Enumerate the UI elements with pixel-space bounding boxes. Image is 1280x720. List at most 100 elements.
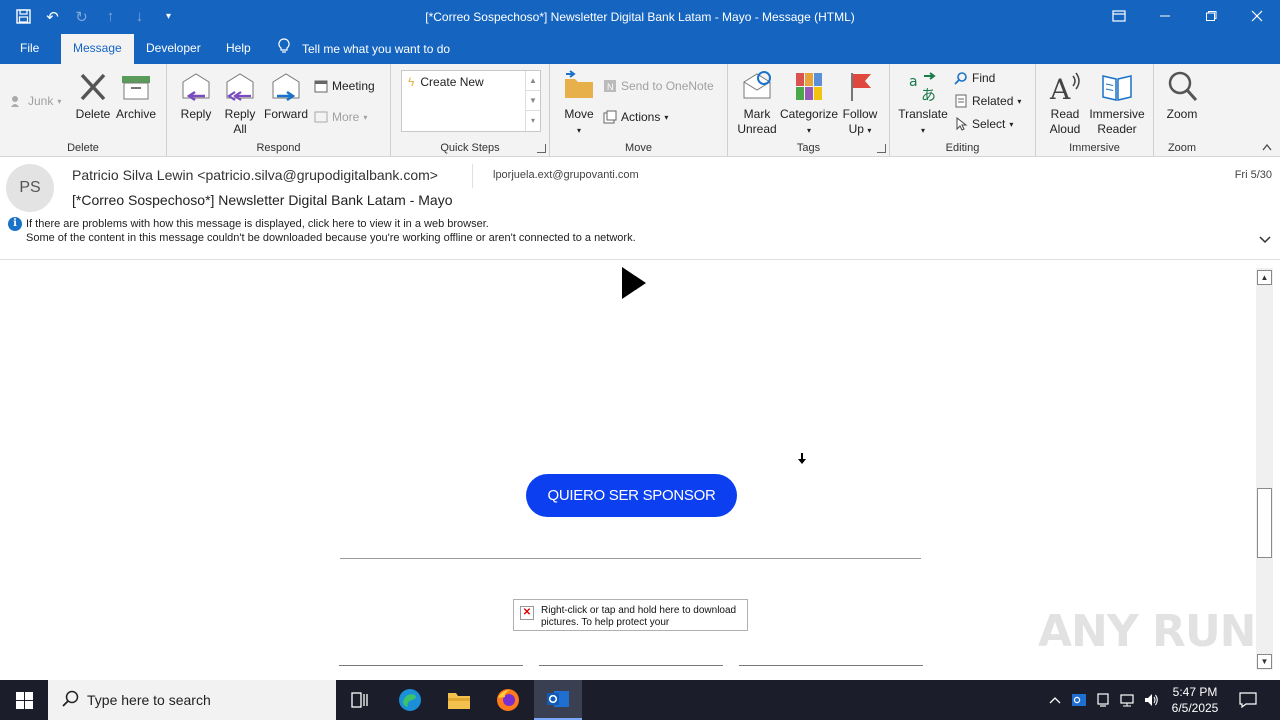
broken-image-icon: ✕ xyxy=(520,606,534,620)
select-cursor-icon xyxy=(954,116,968,131)
avatar[interactable]: PS xyxy=(6,164,54,212)
maximize-icon[interactable] xyxy=(1188,0,1234,32)
title-bar: ↶ ↻ ↑ ↓ ▾ [*Correo Sospechoso*] Newslett… xyxy=(0,0,1280,34)
reply-all-button[interactable]: Reply All xyxy=(221,70,259,137)
ribbon-display-options-icon[interactable] xyxy=(1096,0,1142,32)
tab-help[interactable]: Help xyxy=(214,34,263,64)
device-icon[interactable] xyxy=(1092,680,1114,720)
quick-steps-group-label: Quick Steps xyxy=(440,142,500,154)
onenote-icon: N xyxy=(603,79,617,93)
start-button[interactable] xyxy=(0,680,48,720)
categorize-button[interactable]: Categorize ▾ xyxy=(780,70,838,138)
scroll-thumb[interactable] xyxy=(1257,488,1272,558)
lightbulb-icon xyxy=(278,34,292,63)
translate-button[interactable]: aあ Translate ▾ xyxy=(896,70,950,138)
volume-icon[interactable] xyxy=(1140,680,1162,720)
related-button[interactable]: Related ▾ xyxy=(954,94,1021,108)
delete-button[interactable]: Delete xyxy=(74,70,112,122)
select-button[interactable]: Select ▾ xyxy=(954,116,1013,131)
sender[interactable]: Patricio Silva Lewin <patricio.silva@gru… xyxy=(72,167,438,183)
column-divider xyxy=(739,665,923,667)
move-button[interactable]: Move ▾ xyxy=(560,70,598,138)
mark-unread-button[interactable]: Mark Unread xyxy=(734,70,780,137)
window-title: [*Correo Sospechoso*] Newsletter Digital… xyxy=(425,10,855,24)
meeting-icon xyxy=(314,79,328,93)
more-respond-button[interactable]: More ▾ xyxy=(314,110,367,124)
edge-icon[interactable] xyxy=(386,680,434,720)
outlook-tray-icon[interactable] xyxy=(1068,680,1090,720)
notifications-icon[interactable] xyxy=(1234,680,1262,720)
quick-step-create-new[interactable]: ϟ Create New xyxy=(408,75,484,89)
follow-up-button[interactable]: Follow Up ▾ xyxy=(840,70,880,138)
forward-button[interactable]: Forward xyxy=(263,70,309,122)
play-icon[interactable] xyxy=(622,267,646,299)
meeting-button[interactable]: Meeting xyxy=(314,79,375,93)
send-to-onenote-button[interactable]: N Send to OneNote xyxy=(603,79,714,93)
tell-me-box[interactable]: Tell me what you want to do xyxy=(278,34,450,64)
info-line-browser[interactable]: If there are problems with how this mess… xyxy=(26,217,489,231)
scroll-down-icon[interactable]: ▼ xyxy=(526,91,540,111)
tags-launcher-icon[interactable] xyxy=(877,144,886,153)
find-button[interactable]: Find xyxy=(954,71,995,85)
mark-unread-icon xyxy=(743,71,771,99)
file-explorer-icon[interactable] xyxy=(435,680,483,720)
show-hidden-icons-icon[interactable] xyxy=(1044,680,1066,720)
recipient[interactable]: lporjuela.ext@grupovanti.com xyxy=(493,169,639,181)
immersive-group: A Read Aloud Immersive Reader Immersive xyxy=(1036,64,1154,156)
reply-all-icon xyxy=(226,73,254,101)
windows-logo-icon xyxy=(15,691,33,709)
junk-button[interactable]: Junk ▾ xyxy=(10,94,61,108)
column-divider xyxy=(339,665,523,667)
quick-steps-launcher-icon[interactable] xyxy=(537,144,546,153)
outlook-taskbar-icon[interactable] xyxy=(534,680,582,720)
clock-date: 6/5/2025 xyxy=(1171,701,1219,715)
archive-icon xyxy=(122,76,150,100)
tell-me-text: Tell me what you want to do xyxy=(302,42,451,56)
divider xyxy=(340,558,921,559)
taskbar-clock[interactable]: 5:47 PM 6/5/2025 xyxy=(1160,684,1230,716)
tab-file[interactable]: File xyxy=(8,34,51,64)
svg-text:A: A xyxy=(1049,73,1071,104)
read-aloud-icon: A xyxy=(1049,72,1080,104)
svg-text:あ: あ xyxy=(921,86,936,104)
blocked-image-text: Right-click or tap and hold here to down… xyxy=(541,605,737,628)
zoom-group-label: Zoom xyxy=(1167,142,1197,154)
collapse-ribbon-icon[interactable] xyxy=(1262,142,1272,152)
svg-text:N: N xyxy=(607,82,614,92)
tab-message[interactable]: Message xyxy=(61,34,134,64)
task-view-icon[interactable] xyxy=(336,680,384,720)
scroll-up-icon[interactable]: ▲ xyxy=(526,71,540,91)
scroll-down-icon[interactable]: ▼ xyxy=(1257,654,1272,669)
info-icon: i xyxy=(8,217,22,231)
chevron-down-icon[interactable] xyxy=(1258,234,1272,248)
tab-developer[interactable]: Developer xyxy=(134,34,213,64)
vertical-scrollbar[interactable]: ▲ ▼ xyxy=(1256,268,1273,670)
sponsor-button[interactable]: QUIERO SER SPONSOR xyxy=(526,474,737,517)
expand-gallery-icon[interactable]: ▾ xyxy=(526,111,540,131)
svg-text:a: a xyxy=(909,74,918,90)
mouse-cursor-icon xyxy=(797,453,807,468)
close-icon[interactable] xyxy=(1234,0,1280,32)
quick-steps-gallery[interactable]: ϟ Create New ▲ ▼ ▾ xyxy=(401,70,541,132)
actions-icon xyxy=(603,110,617,124)
reply-button[interactable]: Reply xyxy=(177,70,215,122)
network-icon[interactable] xyxy=(1116,680,1138,720)
lightning-icon: ϟ xyxy=(408,75,415,89)
quick-steps-scroll[interactable]: ▲ ▼ ▾ xyxy=(525,71,540,131)
actions-button[interactable]: Actions ▾ xyxy=(603,110,668,124)
zoom-button[interactable]: Zoom xyxy=(1162,70,1202,122)
message-date: Fri 5/30 xyxy=(1234,169,1272,181)
archive-button[interactable]: Archive xyxy=(114,70,158,122)
forward-icon xyxy=(272,73,300,102)
read-aloud-button[interactable]: A Read Aloud xyxy=(1044,70,1086,137)
immersive-reader-button[interactable]: Immersive Reader xyxy=(1088,70,1146,137)
ribbon: Junk ▾ Delete Archive Delete Reply Reply A… xyxy=(0,64,1280,157)
message-subject: [*Correo Sospechoso*] Newsletter Digital… xyxy=(72,192,453,208)
blocked-image[interactable]: ✕ Right-click or tap and hold here to do… xyxy=(513,599,748,631)
firefox-icon[interactable] xyxy=(484,680,532,720)
window-controls xyxy=(1096,0,1280,32)
immersive-group-label: Immersive xyxy=(1069,142,1120,154)
scroll-up-icon[interactable]: ▲ xyxy=(1257,270,1272,285)
taskbar-search[interactable]: Type here to search xyxy=(48,680,336,720)
minimize-icon[interactable] xyxy=(1142,0,1188,32)
